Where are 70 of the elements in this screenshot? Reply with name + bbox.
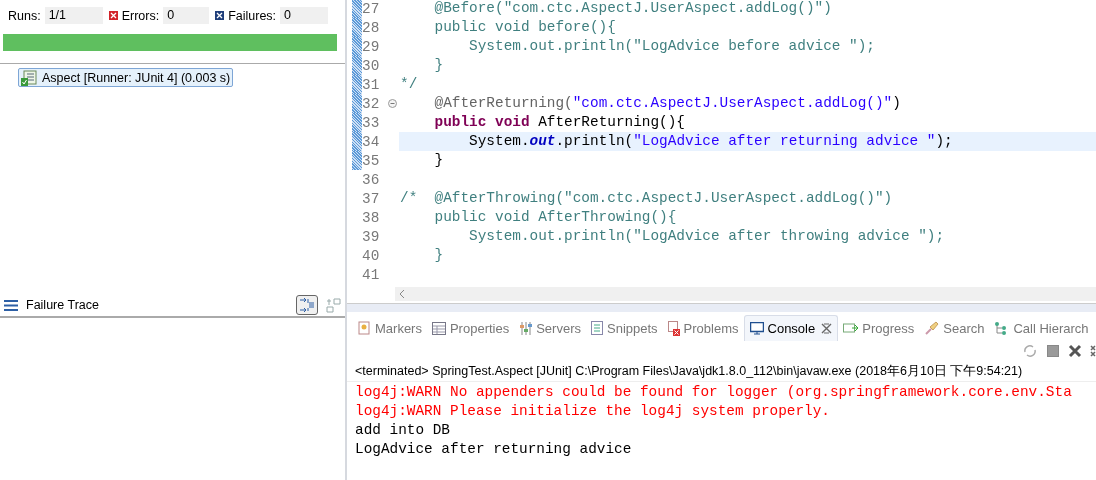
code-line: public void AfterReturning(){ [433,114,685,130]
line-number: 32 [362,95,381,112]
arrow-box-icon [843,322,859,334]
code-line: public void before(){ [433,19,616,35]
error-document-icon [667,320,680,336]
document-icon [591,321,603,335]
pin-console-icon[interactable] [1022,343,1038,359]
test-suite-icon [21,69,37,86]
search-icon [924,321,940,335]
remove-all-icon[interactable] [1090,344,1096,358]
line-number: 34 [362,133,381,150]
filter-stack-button[interactable] [296,295,318,315]
error-icon [108,11,118,20]
counter-label: Errors: [121,8,160,23]
view-tab[interactable]: Search [919,315,990,341]
view-tab[interactable]: Problems [662,315,744,341]
console-line: log4j:WARN Please initialize the log4j system properly. [355,402,831,421]
horizontal-scrollbar[interactable] [395,287,1096,301]
code-line: public void AfterThrowing(){ [433,209,677,225]
line-number: 30 [362,57,381,74]
counter-value: 0 [163,7,210,24]
console-line: LogAdvice after returning advice [355,440,633,459]
view-tab[interactable]: Servers [514,315,586,341]
view-tab[interactable]: Markers [353,315,427,341]
view-tab[interactable]: Console [743,315,839,341]
code-line: @AfterReturning("com.ctc.AspectJ.UserAspect.addLog()") [433,95,901,111]
line-number: 28 [362,19,381,36]
collapse-icon[interactable] [388,99,397,108]
line-number: 33 [362,114,381,131]
line-number: 27 [362,0,381,17]
close-icon[interactable] [1068,344,1082,358]
panel-title: Failure Trace [26,298,99,312]
close-icon[interactable] [821,323,833,334]
code-line: /* @AfterThrowing("com.ctc.AspectJ.UserAspect.addLog()") [400,190,893,206]
code-line: } [433,152,444,168]
code-line: System.out.println("LogAdvice after returning advice "); [468,133,953,149]
line-number: 39 [362,228,381,245]
code-line: System.out.println("LogAdvice before advice "); [468,38,875,54]
code-line: */ [400,76,418,92]
counter-value: 0 [280,7,329,24]
code-line: @Before("com.ctc.AspectJ.UserAspect.addLog()") [433,0,832,16]
view-tab[interactable]: Properties [426,315,515,341]
counter-value: 1/1 [44,7,103,24]
marker-icon [358,321,371,335]
line-number: 35 [362,152,381,169]
view-tab[interactable]: Snippets [586,315,663,341]
stop-icon[interactable] [1046,344,1060,358]
console-line: add into DB [355,421,451,440]
table-icon [431,321,446,335]
view-tab[interactable]: Progress [838,315,920,341]
line-number: 29 [362,38,381,55]
server-icon [519,321,533,335]
console-header: <terminated> SpringTest.Aspect [JUnit] C:\Program Files\Java\jdk1.8.0_112\bin\javaw.exe (2018年6月10日 下午9:54:21) [347,361,1096,382]
line-number: 38 [362,209,381,226]
line-number: 40 [362,247,381,264]
failure-icon [215,11,225,20]
code-line: } [433,57,444,73]
line-number: 41 [362,266,381,283]
line-number: 36 [362,171,381,188]
stack-trace-icon [4,299,18,311]
test-tree-item[interactable]: Aspect [Runner: JUnit 4] (0.003 s) [18,68,234,87]
counter-label: Runs: [8,8,41,23]
counter-label: Failures: [228,8,277,23]
console-line: log4j:WARN No appenders could be found for logger (org.springframework.core.env.Sta [355,383,1073,402]
code-line: } [433,247,444,263]
line-number: 31 [362,76,381,93]
line-number: 37 [362,190,381,207]
monitor-icon [749,322,764,335]
view-tab[interactable]: Call Hierarch [989,315,1094,341]
code-line: System.out.println("LogAdvice after throwing advice "); [468,228,945,244]
